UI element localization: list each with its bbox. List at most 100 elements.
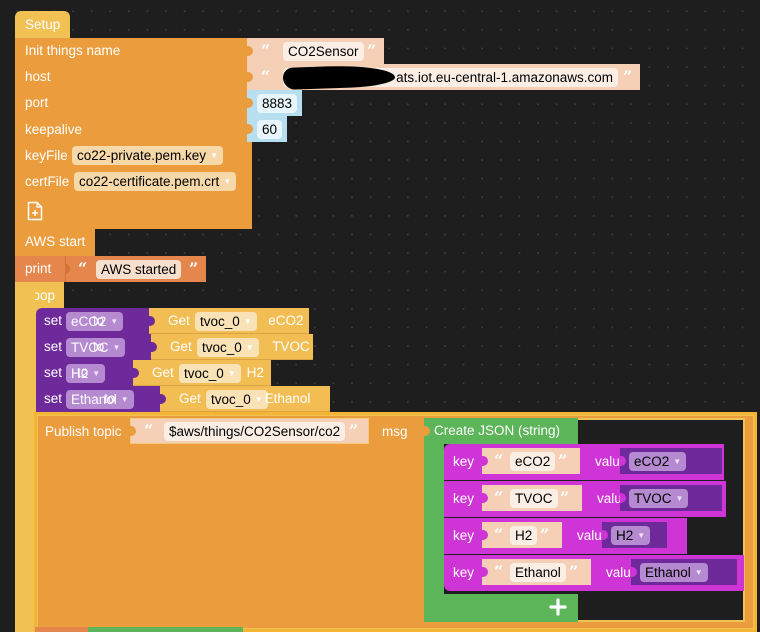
value-dropdown[interactable]: eCO2 ▼: [629, 452, 687, 471]
get-sensor-block[interactable]: Get tvoc_0 ▼ Ethanol: [160, 386, 330, 412]
value-variable: eCO2: [634, 454, 670, 469]
to-label: to: [93, 339, 105, 354]
loop-body-edge: [15, 282, 35, 632]
key-value: eCO2: [515, 454, 551, 469]
certfile-label: certFile: [25, 174, 70, 189]
set-variable-block[interactable]: set Ethanol ▼ to: [36, 386, 166, 412]
json-pair-block[interactable]: key “ eCO2 ” value eCO2 ▼: [444, 444, 724, 480]
get-label: Get: [170, 339, 192, 354]
keepalive-number-block[interactable]: 60: [247, 116, 287, 142]
input-notch: [130, 426, 136, 436]
key-text-block[interactable]: “ eCO2 ”: [482, 448, 580, 474]
value-variable-block[interactable]: eCO2 ▼: [620, 448, 722, 474]
value-variable-block[interactable]: Ethanol ▼: [631, 559, 737, 585]
property-label: TVOC: [272, 339, 310, 354]
sensor-dropdown[interactable]: tvoc_0 ▼: [206, 390, 268, 409]
sensor-dropdown[interactable]: tvoc_0 ▼: [179, 364, 241, 383]
print-text-field[interactable]: AWS started: [96, 260, 182, 279]
input-notch: [482, 530, 488, 540]
blockly-workspace[interactable]: Setup Init things name host port keepali…: [0, 0, 760, 632]
next-json-block-partial[interactable]: [88, 627, 243, 632]
key-field[interactable]: eCO2: [510, 452, 556, 471]
get-sensor-block[interactable]: Get tvoc_0 ▼ H2: [133, 360, 271, 386]
sensor-value: tvoc_0: [211, 392, 251, 407]
next-block-partial[interactable]: [35, 627, 88, 632]
input-notch: [482, 567, 488, 577]
value-dropdown[interactable]: H2 ▼: [611, 526, 651, 545]
value-dropdown[interactable]: TVOC ▼: [629, 489, 689, 508]
json-pair-block[interactable]: key “ TVOC ” value TVOC ▼: [444, 481, 726, 517]
topic-field[interactable]: $aws/things/CO2Sensor/co2: [164, 422, 346, 441]
aws-start-block[interactable]: AWS start: [15, 229, 95, 256]
host-label: host: [25, 69, 51, 84]
certfile-value: co22-certificate.pem.crt: [79, 174, 220, 189]
key-value: H2: [515, 528, 533, 543]
set-label: set: [44, 365, 63, 380]
port-label: port: [25, 95, 49, 110]
key-field[interactable]: Ethanol: [510, 563, 566, 582]
topic-text-block[interactable]: “ $aws/things/CO2Sensor/co2 ”: [130, 418, 369, 444]
close-quote-icon: ”: [558, 451, 568, 470]
input-notch: [247, 72, 253, 82]
sensor-value: tvoc_0: [184, 366, 224, 381]
keyfile-dropdown[interactable]: co22-private.pem.key ▼: [72, 146, 223, 165]
value-variable-block[interactable]: TVOC ▼: [620, 485, 722, 511]
open-quote-icon: “: [261, 67, 271, 86]
print-text-block[interactable]: “ AWS started ”: [65, 256, 206, 282]
print-label: print: [25, 261, 52, 276]
get-label: Get: [168, 313, 190, 328]
create-json-spine: [424, 444, 444, 594]
open-quote-icon: “: [494, 488, 504, 507]
json-pair-block[interactable]: key “ Ethanol ” value Ethanol ▼: [444, 555, 744, 591]
key-text-block[interactable]: “ H2 ”: [482, 522, 562, 548]
get-sensor-block[interactable]: Get tvoc_0 ▼ eCO2: [149, 308, 309, 334]
key-value: TVOC: [515, 491, 553, 506]
value-variable-block[interactable]: H2 ▼: [602, 522, 667, 548]
create-json-label: Create JSON (string): [434, 423, 561, 438]
to-label: to: [104, 391, 116, 406]
key-label: key: [453, 565, 475, 580]
host-text-block[interactable]: “ ats.iot.eu-central-1.amazonaws.com ”: [247, 64, 640, 90]
input-notch: [482, 456, 488, 466]
sensor-dropdown[interactable]: tvoc_0 ▼: [197, 338, 259, 357]
key-text-block[interactable]: “ Ethanol ”: [482, 559, 591, 585]
close-quote-icon: ”: [569, 562, 579, 581]
thing-name-field[interactable]: CO2Sensor: [283, 42, 364, 61]
chevron-down-icon: ▼: [210, 150, 218, 160]
init-things-block[interactable]: Init things name host port keepalive key…: [15, 38, 252, 229]
get-sensor-block[interactable]: Get tvoc_0 ▼ TVOC: [151, 334, 313, 360]
key-text-block[interactable]: “ TVOC ”: [482, 485, 582, 511]
set-variable-block[interactable]: set TVOC ▼ to: [36, 334, 157, 360]
thing-name-value: CO2Sensor: [288, 44, 359, 59]
open-quote-icon: “: [494, 525, 504, 544]
close-quote-icon: ”: [540, 525, 550, 544]
file-plus-icon[interactable]: [27, 201, 43, 221]
setup-hat[interactable]: Setup: [15, 11, 70, 38]
key-field[interactable]: H2: [510, 526, 538, 545]
chevron-down-icon: ▼: [675, 493, 684, 503]
setup-label: Setup: [25, 17, 61, 32]
key-field[interactable]: TVOC: [510, 489, 558, 508]
set-variable-block[interactable]: set H2 ▼ to: [36, 360, 139, 386]
aws-start-label: AWS start: [25, 234, 86, 249]
create-json-footer[interactable]: [424, 594, 578, 622]
certfile-dropdown[interactable]: co22-certificate.pem.crt ▼: [74, 172, 237, 191]
port-field[interactable]: 8883: [257, 94, 298, 113]
set-label: set: [44, 339, 63, 354]
thing-name-text-block[interactable]: “ CO2Sensor ”: [247, 38, 384, 64]
key-value: Ethanol: [515, 565, 561, 580]
keepalive-field[interactable]: 60: [257, 120, 283, 139]
close-quote-icon: ”: [349, 421, 359, 440]
value-variable: TVOC: [634, 491, 672, 506]
json-pair-block[interactable]: key “ H2 ” value H2 ▼: [444, 518, 687, 554]
variable-dropdown[interactable]: Ethanol ▼: [66, 390, 134, 409]
input-notch: [602, 530, 608, 540]
key-label: key: [453, 454, 475, 469]
plus-icon[interactable]: [549, 598, 567, 616]
create-json-header[interactable]: Create JSON (string): [424, 418, 578, 444]
value-dropdown[interactable]: Ethanol ▼: [640, 563, 708, 582]
set-variable-block[interactable]: set eCO2 ▼ to: [36, 308, 155, 334]
input-notch: [424, 426, 430, 436]
sensor-dropdown[interactable]: tvoc_0 ▼: [195, 312, 257, 331]
port-number-block[interactable]: 8883: [247, 90, 302, 116]
